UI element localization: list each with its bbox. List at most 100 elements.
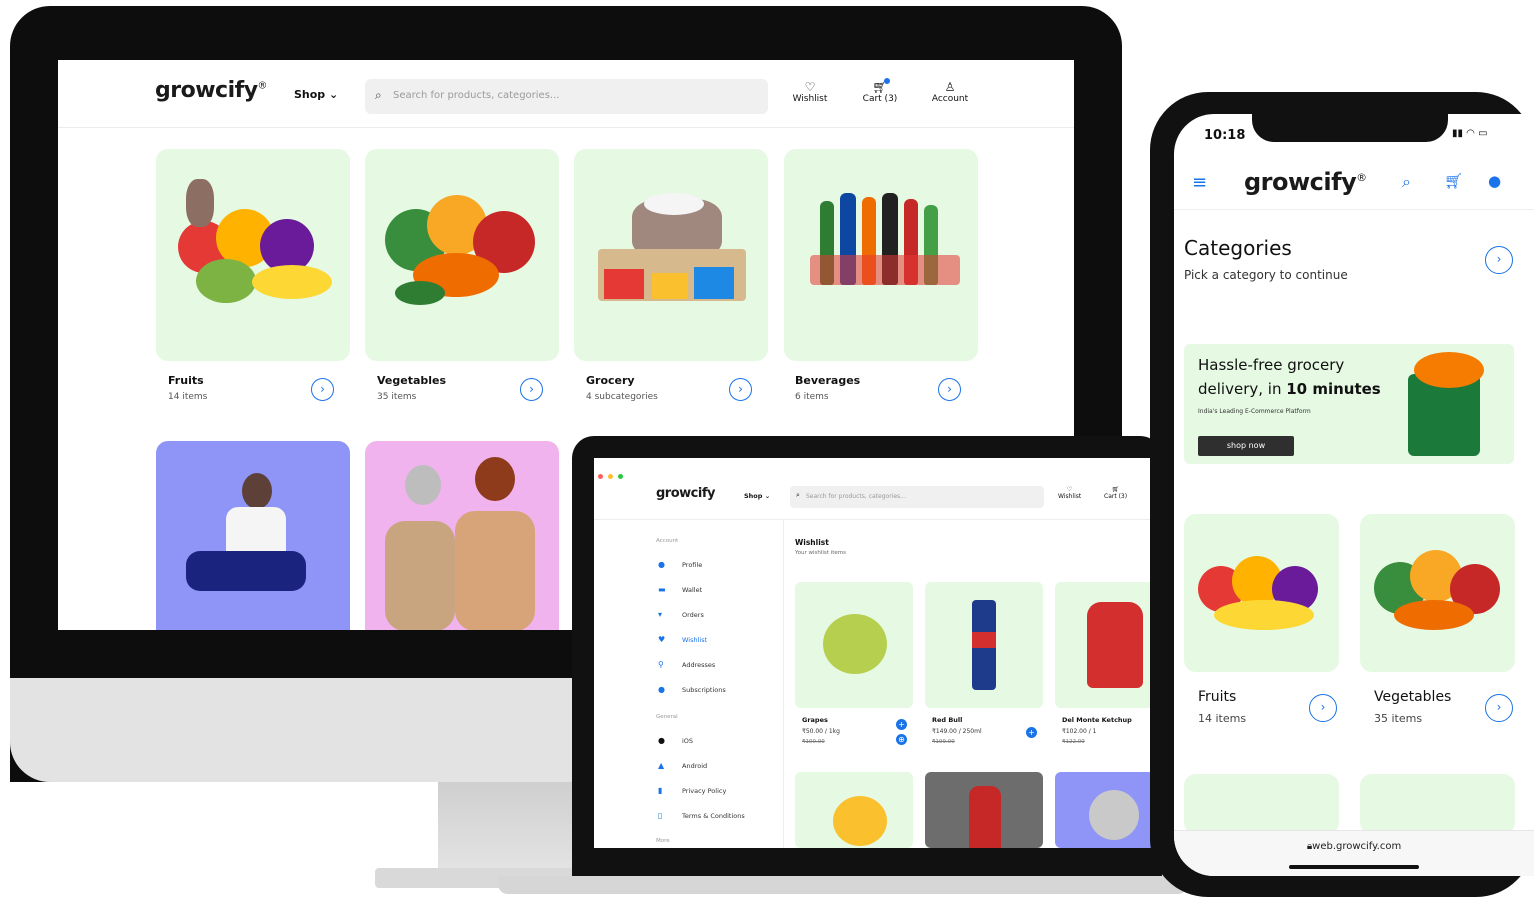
- shop-dropdown[interactable]: Shop ⌄: [294, 88, 338, 101]
- chevron-right-icon[interactable]: ›: [1309, 694, 1337, 722]
- chevron-right-icon[interactable]: ›: [311, 378, 334, 401]
- item-mrp: ₹100.00: [802, 739, 825, 745]
- cart-icon[interactable]: 🛒︎: [1444, 172, 1463, 190]
- brand-logo[interactable]: growcify®: [155, 78, 267, 103]
- category-card-vegetables[interactable]: [1360, 514, 1515, 672]
- menu-icon[interactable]: ≡: [1192, 172, 1207, 193]
- category-count: 14 items: [168, 392, 208, 402]
- sidebar-heading: Account: [656, 538, 679, 544]
- add-icon[interactable]: +: [896, 719, 907, 730]
- wishlist-item-card[interactable]: [795, 582, 913, 708]
- chevron-right-icon[interactable]: ›: [729, 378, 752, 401]
- heart-icon: ♡: [804, 80, 816, 94]
- category-name: Beverages: [795, 374, 861, 387]
- cart-icon: ▾: [658, 610, 663, 619]
- category-name: Grocery: [586, 374, 635, 387]
- wishlist-item-card[interactable]: [925, 772, 1043, 848]
- monitor-stand: [438, 782, 588, 882]
- wishlist-item-card[interactable]: [1055, 772, 1154, 848]
- sidebar-item-wishlist[interactable]: Wishlist: [682, 636, 707, 644]
- sidebar-item-privacy[interactable]: Privacy Policy: [682, 787, 726, 795]
- category-name: Fruits: [1198, 689, 1237, 705]
- search-input[interactable]: ⌕ Search for products, categories...: [790, 486, 1044, 508]
- apple-icon: ●: [658, 736, 665, 745]
- wishlist-button[interactable]: ♡ Wishlist: [780, 80, 840, 104]
- brand-logo[interactable]: growcify: [656, 486, 715, 501]
- search-icon: ⌕: [796, 491, 800, 499]
- wishlist-item-card[interactable]: [925, 582, 1043, 708]
- search-input[interactable]: ⌕ Search for products, categories...: [365, 79, 768, 114]
- category-card-beverages[interactable]: [784, 149, 978, 361]
- page-title: Categories: [1184, 236, 1292, 260]
- item-mrp: ₹199.00: [932, 739, 955, 745]
- phone-screen: 10:18 ▮▮ ◠ ▭ ≡ growcify® ⌕ 🛒︎ ● Categori…: [1174, 114, 1534, 876]
- sidebar-item-orders[interactable]: Orders: [682, 611, 704, 619]
- signal-wifi-battery-icon: ▮▮ ◠ ▭: [1452, 128, 1488, 139]
- browser-url-bar[interactable]: 🔒︎web.growcify.com: [1174, 830, 1534, 876]
- sidebar-item-addresses[interactable]: Addresses: [682, 661, 715, 669]
- category-name: Fruits: [168, 374, 204, 387]
- user-icon: ♙: [944, 80, 956, 94]
- laptop-header: growcify Shop ⌄ ⌕ Search for products, c…: [594, 476, 1154, 520]
- subscriptions-icon: ●: [658, 685, 665, 694]
- search-icon: ⌕: [375, 88, 382, 102]
- promo-banner[interactable]: Hassle-free grocery delivery, in 10 minu…: [1184, 344, 1514, 464]
- sidebar-heading: More: [656, 838, 670, 844]
- user-icon[interactable]: ●: [1488, 172, 1501, 190]
- banner-headline: Hassle-free grocery: [1198, 356, 1345, 374]
- sidebar-item-android[interactable]: Android: [682, 762, 707, 770]
- cart-button[interactable]: 🛒︎ Cart (3): [1104, 486, 1127, 500]
- category-card-women[interactable]: [365, 441, 559, 630]
- cart-add-icon[interactable]: ⊕: [896, 734, 907, 745]
- document-icon: ▮: [658, 786, 663, 795]
- category-name: Vegetables: [1374, 689, 1452, 705]
- account-button[interactable]: ♙ Account: [920, 80, 980, 104]
- wishlist-item-card[interactable]: [795, 772, 913, 848]
- shop-dropdown[interactable]: Shop ⌄: [744, 492, 770, 500]
- document-icon: ▯: [658, 811, 663, 820]
- wallet-icon: ▬: [658, 585, 666, 594]
- category-card-grocery[interactable]: [574, 149, 768, 361]
- sidebar-item-ios[interactable]: iOS: [682, 737, 693, 745]
- category-card-beverages[interactable]: [1360, 774, 1515, 834]
- category-count: 35 items: [377, 392, 417, 402]
- sidebar-item-wallet[interactable]: Wallet: [682, 586, 702, 594]
- heart-icon: ♥: [658, 635, 666, 644]
- chevron-right-icon[interactable]: ›: [520, 378, 543, 401]
- wishlist-item-card[interactable]: [1055, 582, 1154, 708]
- cart-button[interactable]: 🛒︎ Cart (3): [850, 78, 910, 104]
- phone-notch: [1252, 106, 1448, 142]
- category-card-fruits[interactable]: [1184, 514, 1339, 672]
- shop-now-button[interactable]: shop now: [1198, 436, 1294, 456]
- chevron-right-icon[interactable]: ›: [938, 378, 961, 401]
- home-indicator: [1289, 865, 1419, 869]
- add-icon[interactable]: +: [1026, 727, 1037, 738]
- category-count: 35 items: [1374, 712, 1423, 725]
- status-time: 10:18: [1204, 128, 1246, 143]
- android-icon: ▲: [658, 761, 665, 770]
- wishlist-button[interactable]: ♡ Wishlist: [1058, 486, 1081, 500]
- item-name: Del Monte Ketchup: [1062, 716, 1132, 724]
- url-text: 🔒︎web.growcify.com: [1306, 841, 1402, 852]
- category-card-men[interactable]: [156, 441, 350, 630]
- category-card-grocery[interactable]: [1184, 774, 1339, 834]
- sidebar-item-terms[interactable]: Terms & Conditions: [682, 812, 745, 820]
- heart-icon: ♡: [1066, 486, 1073, 493]
- search-icon[interactable]: ⌕: [1402, 172, 1411, 192]
- cart-icon: 🛒︎: [1111, 486, 1120, 493]
- category-card-fruits[interactable]: [156, 149, 350, 361]
- laptop-screen: growcify Shop ⌄ ⌕ Search for products, c…: [594, 458, 1154, 848]
- category-name: Vegetables: [377, 374, 447, 387]
- category-card-vegetables[interactable]: [365, 149, 559, 361]
- phone-header: ≡ growcify® ⌕ 🛒︎ ●: [1174, 156, 1534, 210]
- location-icon: ⚲: [658, 660, 664, 669]
- item-name: Grapes: [802, 716, 828, 724]
- laptop-base: [498, 876, 1188, 894]
- category-count: 14 items: [1198, 712, 1247, 725]
- sidebar-item-profile[interactable]: Profile: [682, 561, 702, 569]
- chevron-right-icon[interactable]: ›: [1485, 246, 1513, 274]
- sidebar-item-subscriptions[interactable]: Subscriptions: [682, 686, 726, 694]
- chevron-right-icon[interactable]: ›: [1485, 694, 1513, 722]
- cart-icon: 🛒︎: [872, 80, 888, 94]
- brand-logo[interactable]: growcify®: [1244, 168, 1367, 196]
